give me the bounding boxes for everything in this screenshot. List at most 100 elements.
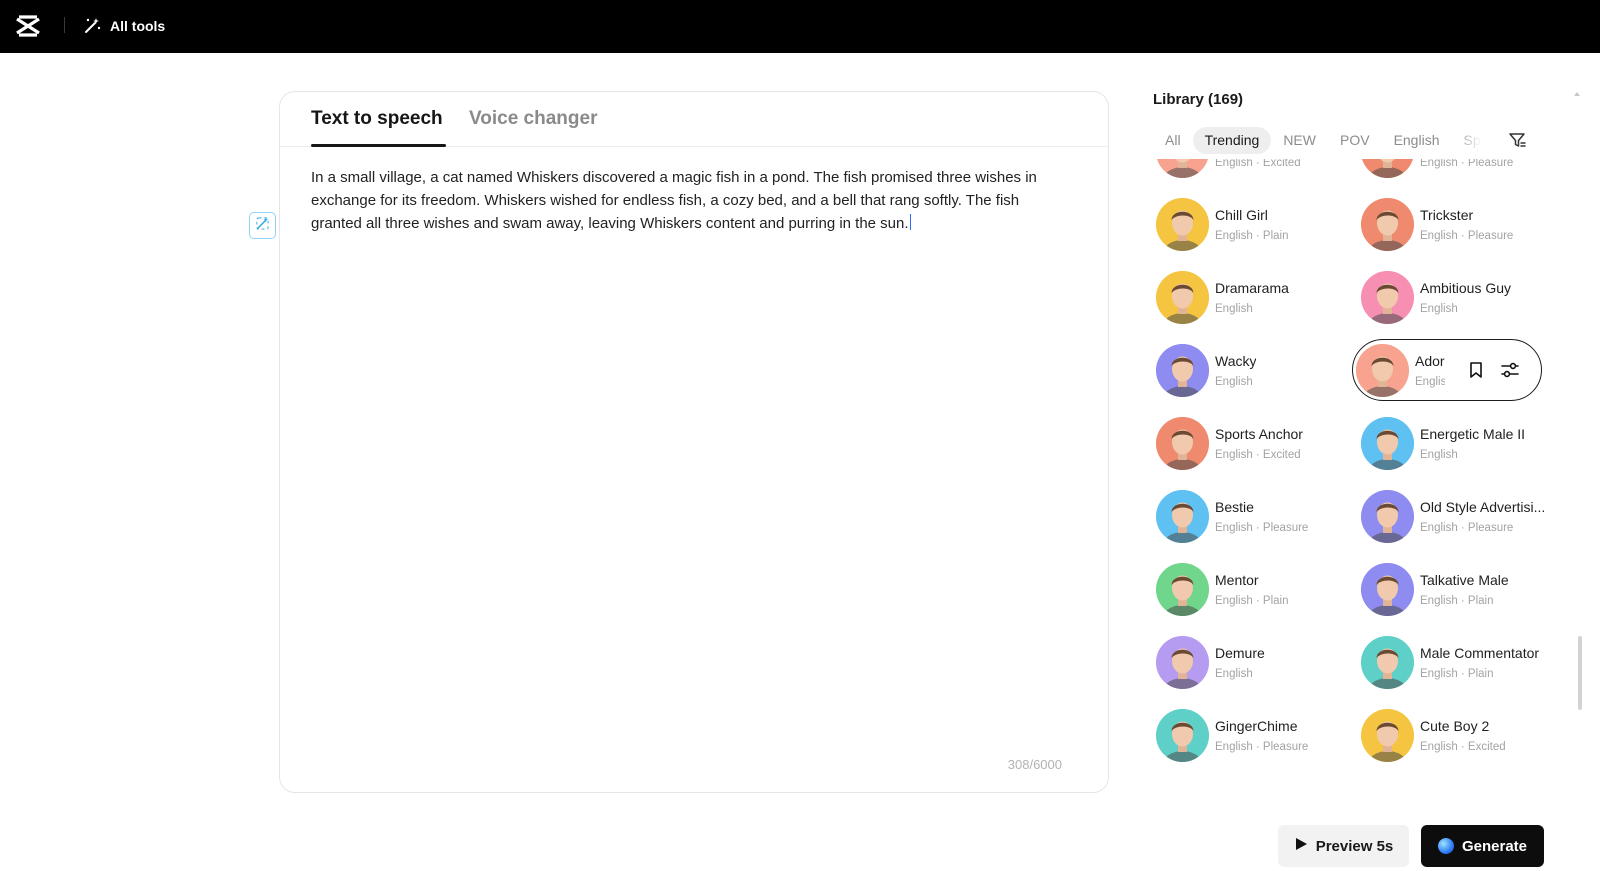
preview-button[interactable]: Preview 5s: [1278, 825, 1409, 867]
play-icon: [1294, 837, 1308, 855]
voice-meta: English: [1215, 376, 1253, 388]
editor-tabs: Text to speech Voice changer: [280, 92, 1108, 147]
top-bar: All tools: [0, 0, 1600, 53]
voice-avatar: [1361, 417, 1414, 470]
voice-name: GingerChime: [1215, 718, 1298, 734]
voice-avatar: [1156, 563, 1209, 616]
voice-list[interactable]: FunEnglish · Excited Good BoyEnglish · Pl…: [1150, 159, 1550, 791]
voice-name: Energetic Male II: [1420, 426, 1526, 442]
tab-voice-changer[interactable]: Voice changer: [469, 108, 597, 130]
voice-item[interactable]: Old Style Advertisi... English · Pleasure: [1355, 484, 1545, 548]
voice-name: Chill Girl: [1215, 207, 1268, 223]
voice-avatar: [1156, 344, 1209, 397]
voice-avatar: [1156, 490, 1209, 543]
voice-meta: English · Excited: [1215, 449, 1301, 461]
voice-item[interactable]: GingerChime English · Pleasure: [1150, 703, 1340, 767]
all-tools-button[interactable]: All tools: [84, 14, 165, 38]
voice-name: Ambitious Guy: [1420, 280, 1512, 296]
preview-label: Preview 5s: [1315, 837, 1394, 855]
voice-avatar: [1361, 709, 1414, 762]
voice-item[interactable]: Male Commentator English · Plain: [1355, 630, 1545, 694]
voice-meta: English: [1420, 303, 1458, 315]
voice-item[interactable]: Good BoyEnglish · Pleasure: [1355, 159, 1545, 183]
voice-item[interactable]: Dramarama English: [1150, 265, 1340, 329]
voice-avatar: [1156, 636, 1209, 689]
voice-name: Dramarama: [1215, 280, 1289, 296]
voice-meta: English · Plain: [1215, 230, 1289, 242]
voice-avatar: [1361, 563, 1414, 616]
ai-rewrite-icon: [255, 216, 270, 236]
voice-meta: English · Excited: [1215, 159, 1301, 169]
voice-meta: English · Pleasure: [1215, 741, 1309, 753]
library-filter-tabs: All Trending NEW POV English Sp: [1153, 125, 1493, 155]
voice-item[interactable]: Sports Anchor English · Excited: [1150, 411, 1340, 475]
voice-meta: English: [1415, 376, 1445, 388]
voice-item[interactable]: Demure English: [1150, 630, 1340, 694]
voice-meta: English: [1215, 303, 1253, 315]
voice-name: Trickster: [1420, 207, 1474, 223]
voice-avatar: [1361, 271, 1414, 324]
filter-pov[interactable]: POV: [1328, 127, 1382, 154]
adjust-sliders-icon[interactable]: [1500, 360, 1520, 380]
script-text-input[interactable]: In a small village, a cat named Whiskers…: [311, 166, 1071, 235]
voice-avatar: [1156, 709, 1209, 762]
voice-avatar: [1361, 490, 1414, 543]
voice-avatar: [1361, 198, 1414, 251]
bookmark-icon[interactable]: [1466, 360, 1486, 380]
voice-name: Talkative Male: [1420, 572, 1509, 588]
library-title: Library (169): [1153, 91, 1244, 108]
voice-meta: English · Plain: [1420, 595, 1494, 607]
voice-name: Bestie: [1215, 499, 1254, 515]
voice-item[interactable]: FunEnglish · Excited: [1150, 159, 1340, 183]
text-editor-card: Text to speech Voice changer In a small …: [279, 91, 1109, 793]
voice-item[interactable]: Trickster English · Pleasure: [1355, 192, 1545, 256]
voice-item[interactable]: Talkative Male English · Plain: [1355, 557, 1545, 621]
filter-fade: [1455, 125, 1493, 155]
filter-icon[interactable]: [1507, 130, 1527, 150]
voice-meta: English: [1420, 449, 1458, 461]
voice-name: Cute Boy 2: [1420, 718, 1490, 734]
generate-label: Generate: [1461, 837, 1528, 855]
voice-name: Mentor: [1215, 572, 1259, 588]
voice-avatar: [1156, 417, 1209, 470]
active-tab-indicator: [311, 144, 446, 147]
voice-item[interactable]: Chill Girl English · Plain: [1150, 192, 1340, 256]
voice-name: Adorable: [1415, 353, 1445, 369]
voice-name: Male Commentator: [1420, 645, 1540, 661]
voice-meta: English · Pleasure: [1420, 159, 1514, 169]
voice-avatar: [1156, 159, 1209, 178]
filter-trending[interactable]: Trending: [1192, 126, 1272, 154]
library-scrollbar[interactable]: [1578, 636, 1582, 710]
generate-button[interactable]: Generate: [1421, 825, 1544, 867]
voice-meta: English · Plain: [1215, 595, 1289, 607]
filter-all[interactable]: All: [1153, 127, 1193, 154]
scroll-up-arrow-icon[interactable]: [1574, 92, 1580, 96]
voice-meta: English · Pleasure: [1215, 522, 1309, 534]
voice-item[interactable]: Energetic Male II English: [1355, 411, 1545, 475]
voice-name: Old Style Advertisi...: [1420, 499, 1546, 515]
all-tools-label: All tools: [110, 18, 166, 34]
voice-item[interactable]: Cute Boy 2 English · Excited: [1355, 703, 1545, 767]
voice-item[interactable]: Wacky English: [1150, 338, 1340, 402]
filter-english[interactable]: English: [1382, 127, 1452, 154]
voice-avatar: [1156, 271, 1209, 324]
voice-meta: English · Pleasure: [1420, 522, 1514, 534]
voice-item[interactable]: Mentor English · Plain: [1150, 557, 1340, 621]
ai-rewrite-button[interactable]: [249, 212, 276, 239]
voice-avatar: [1356, 344, 1409, 397]
orb-icon: [1437, 838, 1454, 854]
voice-meta: English · Plain: [1420, 668, 1494, 680]
tab-text-to-speech[interactable]: Text to speech: [311, 108, 443, 130]
voice-item[interactable]: Adorable English: [1352, 339, 1542, 401]
divider: [64, 17, 65, 33]
voice-meta: English: [1215, 668, 1253, 680]
voice-item[interactable]: Bestie English · Pleasure: [1150, 484, 1340, 548]
voice-meta: English · Excited: [1420, 741, 1506, 753]
filter-new[interactable]: NEW: [1271, 127, 1328, 154]
voice-name: Sports Anchor: [1215, 426, 1303, 442]
voice-avatar: [1361, 636, 1414, 689]
capcut-logo-icon[interactable]: [14, 12, 42, 40]
voice-meta: English · Pleasure: [1420, 230, 1514, 242]
voice-item[interactable]: Ambitious Guy English: [1355, 265, 1545, 329]
character-counter: 308/6000: [1007, 757, 1062, 772]
